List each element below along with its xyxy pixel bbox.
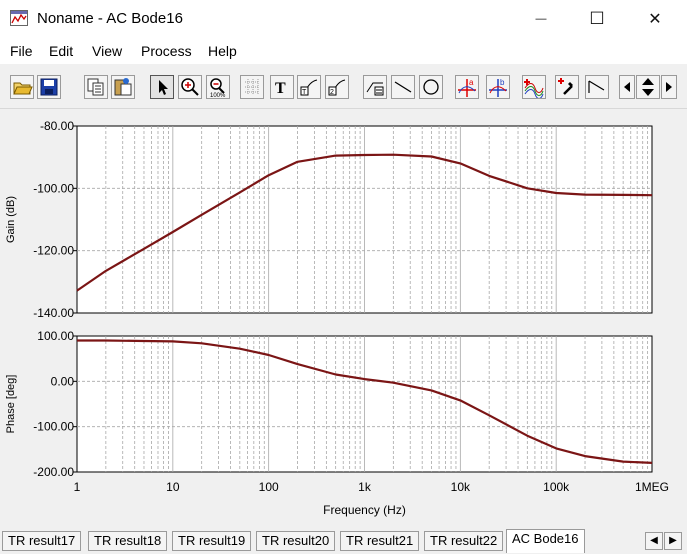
- save-disk-icon: [40, 78, 58, 96]
- x-tick-label: 1: [74, 480, 81, 494]
- curve-label-2-button[interactable]: 2: [325, 75, 349, 99]
- curve-label-3-icon: [366, 82, 384, 96]
- menu-process[interactable]: Process: [141, 43, 192, 59]
- circle-icon: [423, 79, 439, 95]
- zoom-in-icon: [181, 78, 199, 96]
- toolbar: 100% T T 2 a b: [0, 68, 687, 109]
- minimize-button[interactable]: —: [518, 0, 564, 38]
- curve-label-2-icon: 2: [328, 79, 346, 96]
- menu-edit[interactable]: Edit: [49, 43, 73, 59]
- scroll-right-icon: [666, 82, 672, 92]
- y-axis-label: Phase [deg]: [5, 375, 17, 434]
- y-tick-label: 100.00: [37, 329, 74, 343]
- scroll-left-icon: [624, 82, 630, 92]
- cursor-b-button[interactable]: b: [486, 75, 510, 99]
- scroll-up-down-icon: [642, 78, 654, 96]
- zoom-in-button[interactable]: [178, 75, 202, 99]
- title-bar: Noname - AC Bode16 — ☐ ✕: [0, 0, 687, 38]
- y-tick-label: 0.00: [51, 374, 75, 388]
- window-title: Noname - AC Bode16: [37, 10, 183, 27]
- svg-text:2: 2: [330, 89, 334, 96]
- result-tabs: TR result17 TR result18 TR result19 TR r…: [0, 528, 687, 554]
- x-axis-label: Frequency (Hz): [323, 503, 406, 517]
- close-icon: ✕: [648, 11, 662, 28]
- y-axis-label: Gain (dB): [5, 196, 17, 243]
- paste-button[interactable]: [111, 75, 135, 99]
- svg-text:b: b: [500, 78, 505, 87]
- x-tick-label: 100k: [543, 480, 570, 494]
- add-curve-button[interactable]: [522, 75, 546, 99]
- scroll-right-button[interactable]: [661, 75, 677, 99]
- y-tick-label: -100.00: [33, 420, 74, 434]
- svg-text:T: T: [302, 89, 307, 96]
- minimize-icon: —: [535, 13, 547, 25]
- grid-icon: [245, 79, 259, 95]
- maximize-icon: ☐: [589, 9, 605, 28]
- add-cursor-icon: [558, 78, 573, 95]
- x-tick-label: 1MEG: [635, 480, 669, 494]
- x-tick-label: 10: [166, 480, 180, 494]
- y-tick-label: -120.00: [33, 244, 74, 258]
- app-icon: [10, 10, 28, 26]
- scroll-up-down-button[interactable]: [636, 75, 660, 99]
- triangle-left-icon: ◀: [650, 535, 658, 546]
- copy-icon: [87, 78, 104, 96]
- tab-tr-result19[interactable]: TR result19: [172, 531, 252, 551]
- add-curve-icon: [524, 79, 544, 98]
- text-button[interactable]: T: [270, 75, 294, 99]
- menu-bar: File Edit View Process Help: [0, 38, 687, 64]
- cursor-a-button[interactable]: a: [455, 75, 479, 99]
- y-tick-label: -140.00: [33, 306, 74, 320]
- cursor-a-icon: a: [458, 78, 476, 97]
- cursor-b-icon: b: [489, 78, 507, 97]
- triangle-right-icon: ▶: [669, 535, 677, 546]
- menu-view[interactable]: View: [92, 43, 122, 59]
- line-button[interactable]: [391, 75, 415, 99]
- text-icon: T: [275, 80, 286, 97]
- curve-label-icon: T: [300, 79, 318, 96]
- pointer-icon: [159, 80, 168, 95]
- menu-file[interactable]: File: [10, 43, 33, 59]
- circle-button[interactable]: [419, 75, 443, 99]
- copy-button[interactable]: [84, 75, 108, 99]
- x-tick-label: 100: [259, 480, 279, 494]
- menu-help[interactable]: Help: [208, 43, 237, 59]
- x-tick-label: 1k: [358, 480, 372, 494]
- tab-tr-result20[interactable]: TR result20: [256, 531, 336, 551]
- tabs-scroll-left-button[interactable]: ◀: [645, 532, 663, 550]
- step-icon: [588, 80, 605, 93]
- pointer-button[interactable]: [150, 75, 174, 99]
- grid-button[interactable]: [240, 75, 264, 99]
- maximize-button[interactable]: ☐: [574, 0, 620, 38]
- tab-tr-result22[interactable]: TR result22: [424, 531, 504, 551]
- tab-tr-result17[interactable]: TR result17: [2, 531, 82, 551]
- svg-text:100%: 100%: [210, 93, 226, 98]
- tab-tr-result21[interactable]: TR result21: [340, 531, 420, 551]
- line-icon: [394, 81, 412, 93]
- curve-label-button[interactable]: T: [297, 75, 321, 99]
- close-button[interactable]: ✕: [632, 0, 678, 38]
- tab-tr-result18[interactable]: TR result18: [88, 531, 168, 551]
- open-button[interactable]: [10, 75, 34, 99]
- zoom-100-button[interactable]: 100%: [206, 75, 230, 99]
- svg-text:a: a: [469, 78, 474, 87]
- y-tick-label: -200.00: [33, 465, 74, 479]
- scroll-left-button[interactable]: [619, 75, 635, 99]
- save-button[interactable]: [37, 75, 61, 99]
- tabs-scroll-right-button[interactable]: ▶: [664, 532, 682, 550]
- open-folder-icon: [13, 82, 33, 95]
- zoom-100-icon: 100%: [210, 78, 226, 98]
- bode-plot: -80.00-100.00-120.00-140.00Gain (dB)100.…: [5, 119, 669, 517]
- add-cursor-button[interactable]: [555, 75, 579, 99]
- y-tick-label: -80.00: [40, 119, 74, 133]
- paste-icon: [114, 78, 132, 96]
- x-tick-label: 10k: [451, 480, 471, 494]
- svg-text:T: T: [275, 80, 286, 97]
- y-tick-label: -100.00: [33, 181, 74, 195]
- tab-ac-bode16[interactable]: AC Bode16: [506, 529, 585, 553]
- step-button[interactable]: [585, 75, 609, 99]
- curve-label-3-button[interactable]: [363, 75, 387, 99]
